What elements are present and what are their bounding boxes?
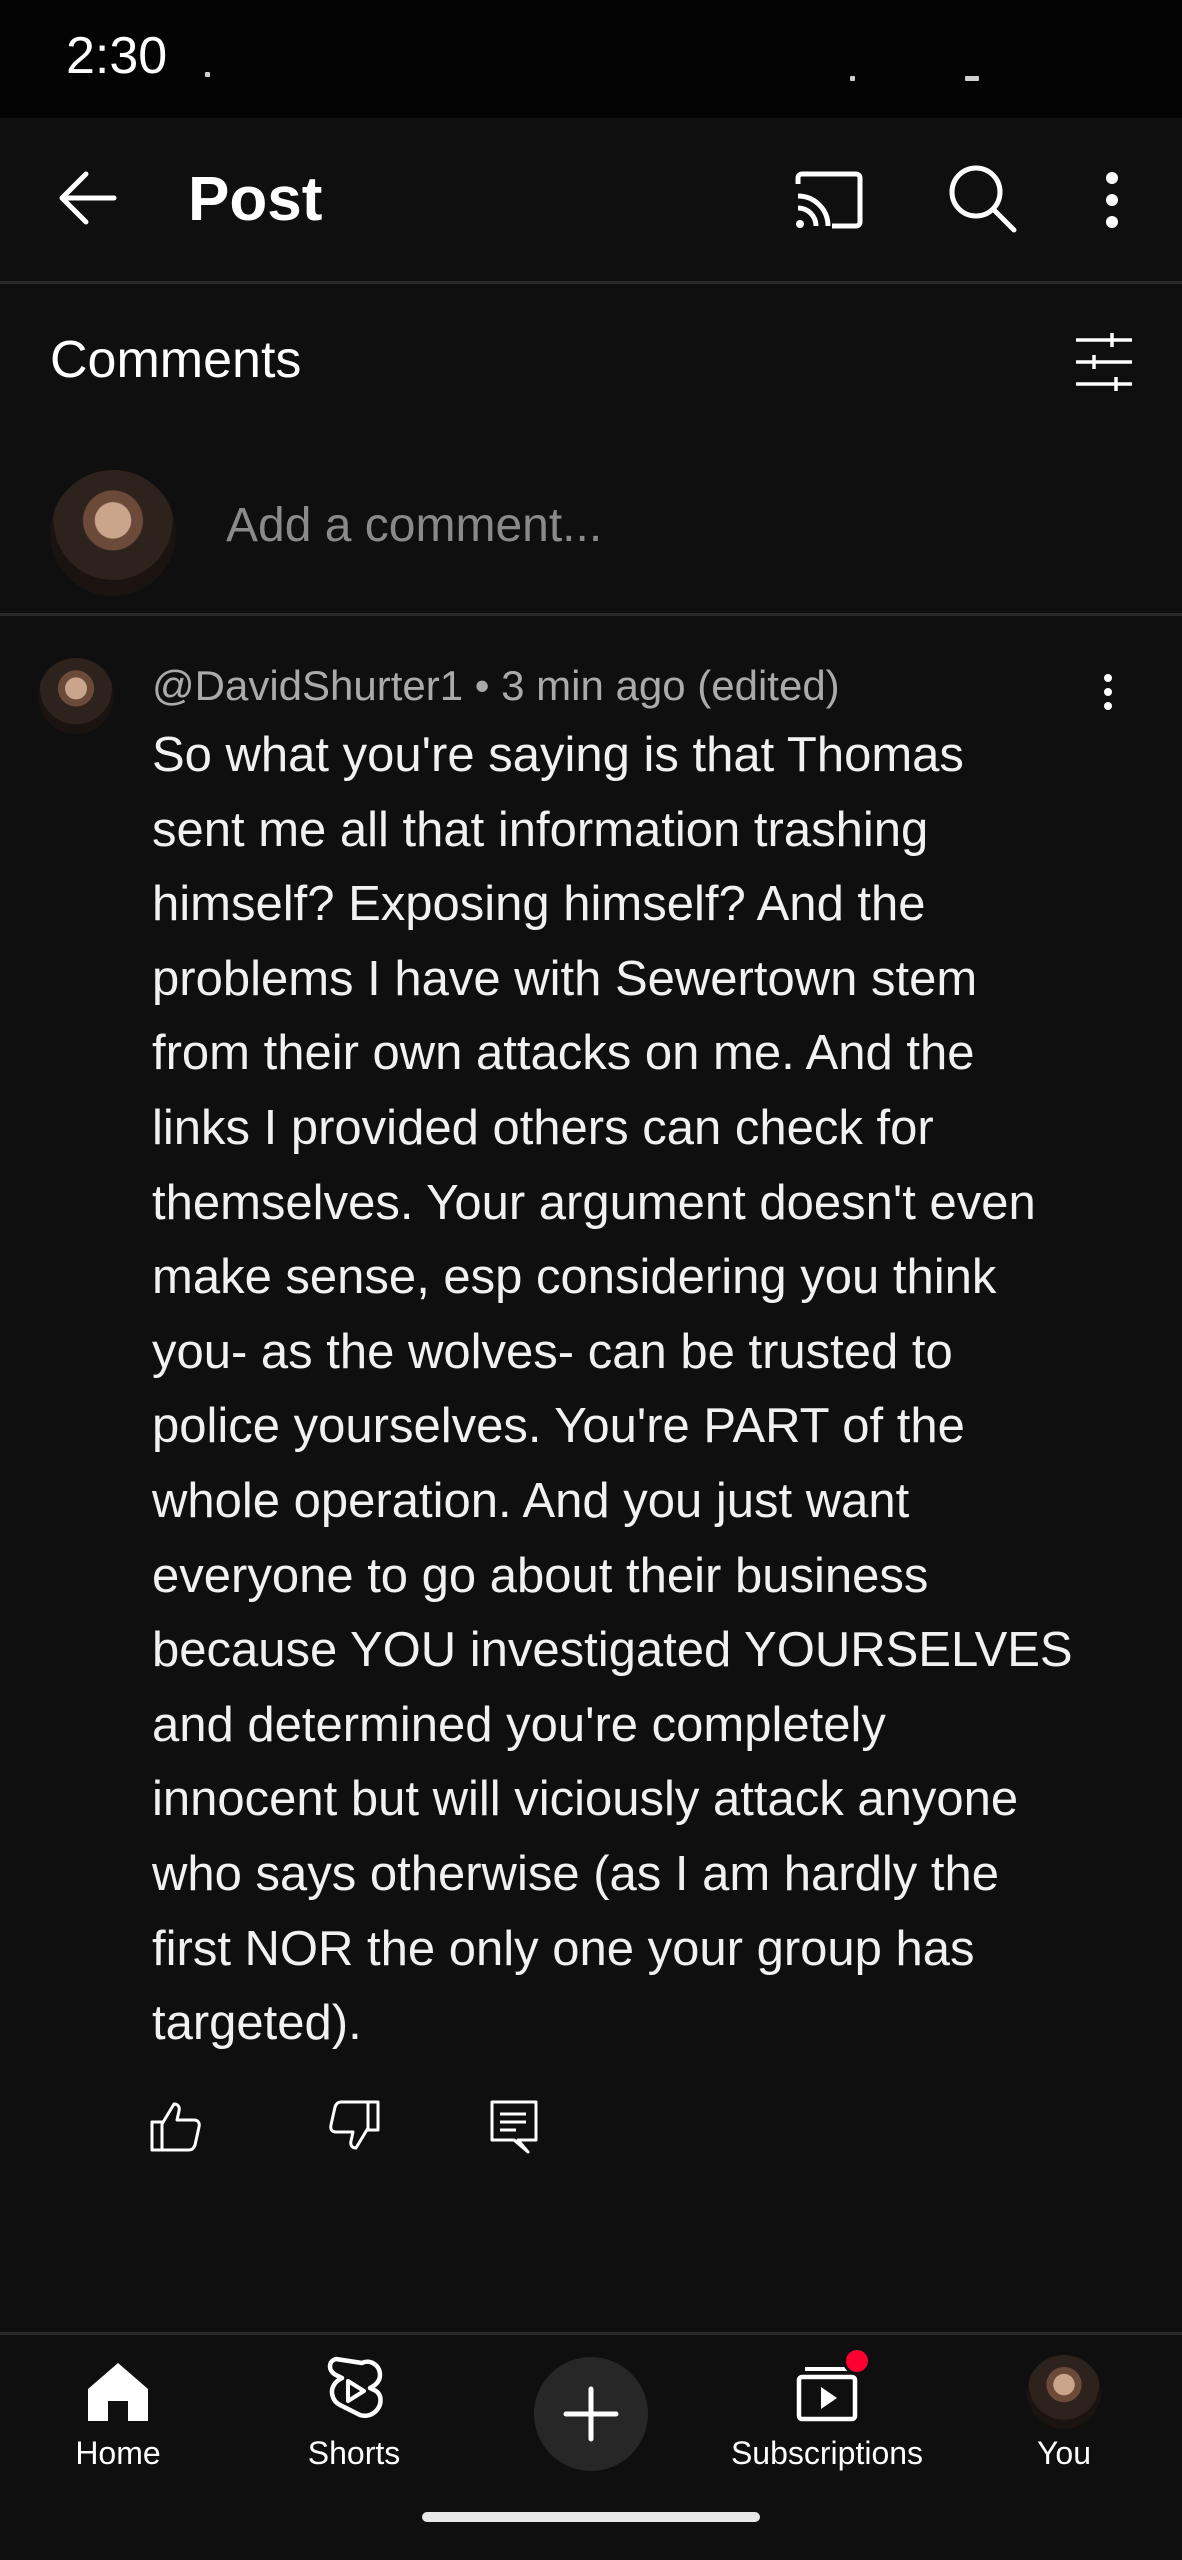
- top-app-bar: Post: [0, 118, 1182, 282]
- reply-icon[interactable]: [486, 2098, 542, 2154]
- home-indicator[interactable]: [422, 2512, 760, 2522]
- comment-line: whole operation. And you just want: [152, 1473, 910, 1528]
- comment-line: police yourselves. You're PART of the: [152, 1399, 965, 1454]
- comments-heading: Comments: [50, 331, 302, 389]
- comment-line: themselves. Your argument doesn't even: [152, 1175, 1036, 1230]
- nav-you-label: You: [1037, 2435, 1091, 2471]
- status-dot: [965, 76, 979, 81]
- notification-dot: [843, 2347, 871, 2375]
- like-icon[interactable]: [148, 2098, 204, 2154]
- nav-subscriptions[interactable]: Subscriptions: [727, 2335, 927, 2495]
- comment-author-avatar[interactable]: [38, 658, 114, 734]
- cast-icon[interactable]: [786, 158, 870, 242]
- search-icon[interactable]: [940, 156, 1024, 240]
- add-comment-input[interactable]: Add a comment...: [226, 498, 602, 553]
- status-bar: 2:30: [0, 0, 1182, 118]
- comment-line: everyone to go about their business: [152, 1548, 929, 1603]
- comment-meta: @DavidShurter1 • 3 min ago (edited): [152, 662, 840, 709]
- comment-line: So what you're saying is that Thomas: [152, 728, 964, 782]
- comment-text: So what you're saying is that Thomas sen…: [152, 718, 1112, 2061]
- comment-more-icon[interactable]: [1096, 664, 1120, 724]
- comment-line: targeted).: [152, 1996, 362, 2051]
- nav-subscriptions-label: Subscriptions: [730, 2435, 924, 2471]
- shorts-icon: [318, 2355, 390, 2427]
- page-title: Post: [188, 165, 323, 234]
- filter-sort-icon[interactable]: [1072, 330, 1136, 394]
- bottom-navigation: Home Shorts Subscriptions You: [0, 2332, 1182, 2560]
- comment-line: first NOR the only one your group has: [152, 1921, 975, 1976]
- comment-line: who says otherwise (as I am hardly the: [152, 1846, 999, 1901]
- create-button[interactable]: [534, 2357, 648, 2471]
- comment-line: sent me all that information trashing: [152, 802, 929, 857]
- nav-home-label: Home: [75, 2435, 161, 2471]
- more-vert-icon[interactable]: [1090, 158, 1134, 242]
- back-arrow-icon[interactable]: [48, 158, 128, 238]
- comments-divider: [0, 613, 1182, 616]
- comment-line: and determined you're completely: [152, 1697, 886, 1752]
- avatar: [50, 470, 176, 596]
- comment-line: make sense, esp considering you think: [152, 1250, 997, 1305]
- nav-you[interactable]: You: [964, 2335, 1164, 2495]
- status-dot: [205, 72, 210, 77]
- comment-line: innocent but will viciously attack anyon…: [152, 1772, 1019, 1827]
- comment-line: problems I have with Sewertown stem: [152, 951, 978, 1006]
- dislike-icon[interactable]: [326, 2098, 382, 2154]
- nav-shorts[interactable]: Shorts: [254, 2335, 454, 2495]
- avatar: [1027, 2355, 1101, 2429]
- comment-line: you- as the wolves- can be trusted to: [152, 1324, 953, 1379]
- nav-shorts-label: Shorts: [307, 2435, 401, 2471]
- comment-line: links I provided others can check for: [152, 1100, 934, 1155]
- comment-line: because YOU investigated YOURSELVES: [152, 1623, 1073, 1678]
- comment-line: from their own attacks on me. And the: [152, 1026, 975, 1081]
- comment-line: himself? Exposing himself? And the: [152, 877, 926, 932]
- status-time: 2:30: [66, 27, 168, 85]
- status-dot: [850, 76, 855, 81]
- home-icon: [82, 2355, 154, 2427]
- header-divider: [0, 281, 1182, 284]
- nav-home[interactable]: Home: [18, 2335, 218, 2495]
